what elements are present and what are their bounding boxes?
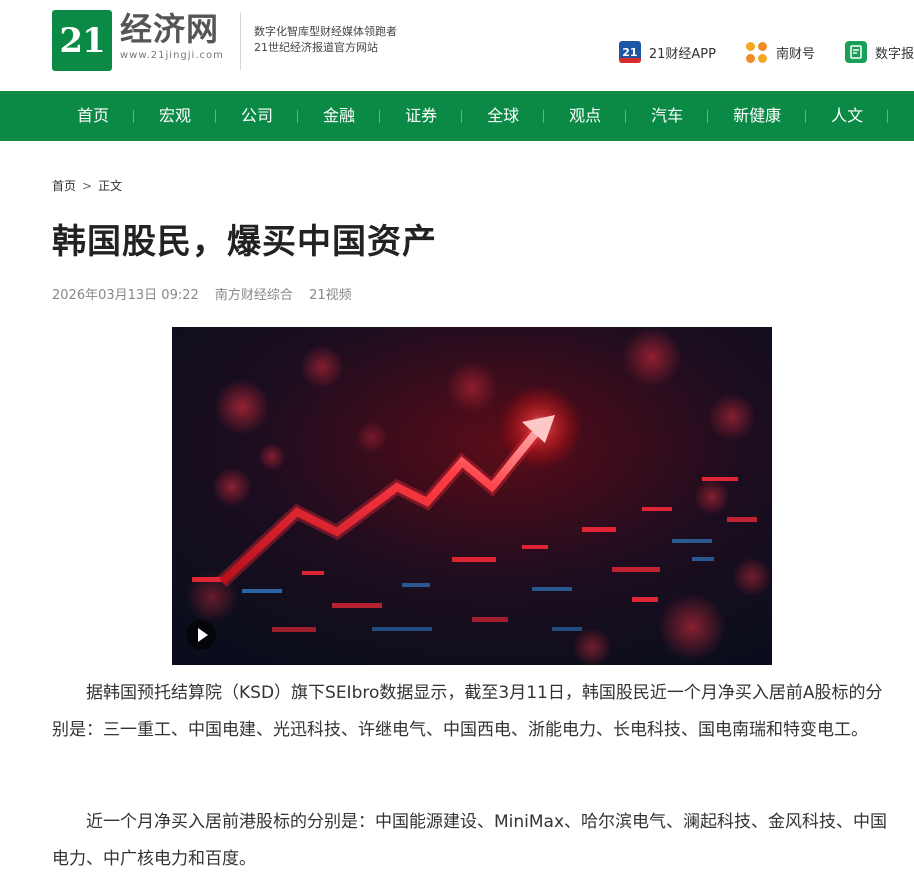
nav-item-health[interactable]: 新健康 (708, 91, 807, 141)
article-meta: 2026年03月13日 09:22 南方财经综合 21视频 (52, 284, 364, 303)
slogan-line: 数字化智库型财经媒体领跑者 (254, 25, 397, 38)
breadcrumb-home[interactable]: 首页 (52, 179, 76, 193)
article-paragraph: 据韩国预托结算院（KSD）旗下SEIbro数据显示，截至3月11日，韩国股民近一… (52, 683, 883, 740)
breadcrumb-current: 正文 (98, 179, 123, 193)
site-logo[interactable]: 21 经济网 www.21jingji.com (52, 10, 232, 71)
article-author: 21视频 (309, 288, 352, 303)
article-date: 2026年03月13日 09:22 (52, 288, 199, 303)
article-source: 南方财经综合 (214, 288, 293, 303)
video-play-button[interactable] (186, 620, 216, 650)
logo-wordmark: 经济网 www.21jingji.com (120, 10, 224, 61)
article-hero-image[interactable] (172, 327, 772, 665)
nav-item-finance[interactable]: 金融 (298, 91, 381, 141)
app-link[interactable]: 21 21财经APP (618, 41, 716, 63)
logo-mark: 21 (52, 10, 112, 71)
nancaihao-link-label: 南财号 (775, 46, 815, 62)
nav-item-auto[interactable]: 汽车 (626, 91, 709, 141)
play-icon (197, 628, 208, 642)
breadcrumb: 首页 > 正文 (52, 177, 122, 194)
digital-paper-link[interactable]: 数字报 (844, 41, 914, 63)
nav-item-securities[interactable]: 证券 (380, 91, 463, 141)
logo-number: 21 (59, 20, 105, 61)
nav-item-macro[interactable]: 宏观 (134, 91, 217, 141)
digital-paper-link-label: 数字报 (874, 46, 914, 62)
nancaihao-icon (746, 41, 768, 63)
nav-item-company[interactable]: 公司 (216, 91, 299, 141)
app-link-label: 21财经APP (648, 46, 716, 62)
nav-item-culture[interactable]: 人文 (806, 91, 889, 141)
main-nav: 首页 宏观 公司 金融 证券 全球 观点 汽车 新健康 人文 (0, 91, 914, 141)
site-slogan: 数字化智库型财经媒体领跑者 21世纪经济报道官方网站 (254, 24, 397, 56)
header-divider (240, 12, 241, 70)
breadcrumb-separator: > (82, 179, 93, 193)
logo-url: www.21jingji.com (120, 50, 224, 61)
slogan-line: 21世纪经济报道官方网站 (254, 41, 378, 54)
header-links: 21 21财经APP 南财号 数字报 (618, 41, 914, 63)
article-title: 韩国股民，爆买中国资产 (52, 222, 437, 262)
nav-item-home[interactable]: 首页 (52, 91, 135, 141)
nav-item-global[interactable]: 全球 (462, 91, 545, 141)
hero-illustration (172, 327, 772, 665)
logo-name: 经济网 (120, 10, 220, 48)
nancaihao-link[interactable]: 南财号 (746, 41, 815, 63)
21-app-icon: 21 (618, 41, 641, 63)
digital-paper-icon (844, 41, 867, 63)
site-header: 21 经济网 www.21jingji.com 数字化智库型财经媒体领跑者 21… (0, 0, 914, 91)
article-paragraph: 近一个月净买入居前港股标的分别是：中国能源建设、MiniMax、哈尔滨电气、澜起… (52, 812, 888, 869)
nav-item-opinion[interactable]: 观点 (544, 91, 627, 141)
